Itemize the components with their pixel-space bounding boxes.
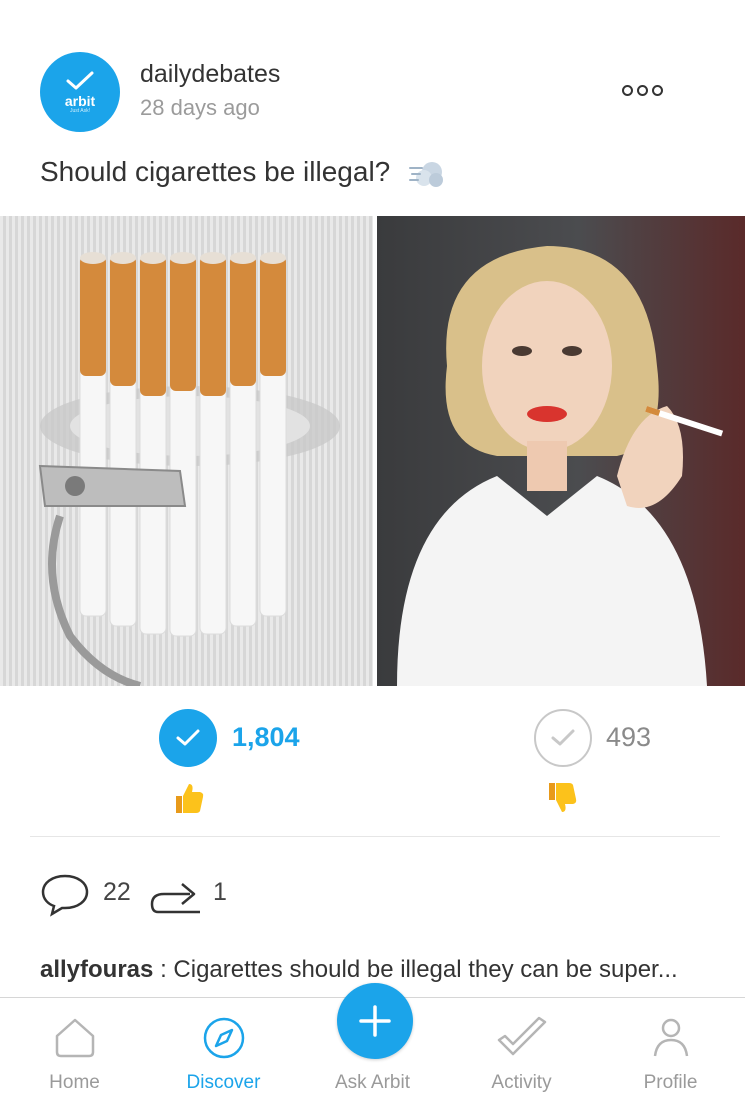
comment-icon[interactable]: [40, 872, 90, 918]
comment-text: : Cigarettes should be illegal they can …: [160, 956, 678, 983]
checkmark-icon: [551, 729, 575, 746]
thumbs-up-icon: [176, 784, 204, 813]
tab-label: Activity: [491, 1072, 552, 1093]
vote-no-count: 493: [606, 722, 652, 752]
author-avatar[interactable]: arbit Just Ask!: [40, 52, 120, 132]
vote-yes-button[interactable]: [159, 709, 217, 767]
checkmark-icon: [176, 729, 200, 746]
author-username[interactable]: dailydebates: [140, 60, 280, 89]
checkmark-icon: [497, 1016, 546, 1056]
home-icon: [55, 1018, 94, 1058]
divider: [30, 836, 720, 837]
person-icon: [653, 1018, 688, 1057]
share-count: 1: [213, 878, 227, 906]
post-question: Should cigarettes be illegal?: [40, 156, 391, 187]
tab-label: Ask Arbit: [335, 1072, 410, 1093]
ask-arbit-button[interactable]: [337, 983, 413, 1059]
dot-icon: [637, 85, 648, 96]
avatar-tagline: Just Ask!: [69, 108, 90, 114]
woman-smoking-image: [397, 246, 724, 686]
tab-label: Profile: [643, 1072, 698, 1093]
share-icon[interactable]: [150, 872, 204, 918]
option-image-left[interactable]: [0, 216, 373, 686]
arbit-logo-check-icon: [66, 71, 94, 90]
cigarettes-handcuffs-image: [38, 252, 340, 686]
tab-profile[interactable]: Profile: [596, 998, 745, 1096]
tab-discover[interactable]: Discover: [149, 998, 298, 1096]
dot-icon: [622, 85, 633, 96]
dashing-away-icon: [409, 162, 443, 187]
tab-label: Discover: [186, 1072, 261, 1093]
more-options-button[interactable]: [622, 85, 663, 96]
post-timestamp: 28 days ago: [140, 95, 260, 120]
tab-activity[interactable]: Activity: [447, 998, 596, 1096]
vote-no-button[interactable]: [534, 709, 592, 767]
comment-author[interactable]: allyfouras: [40, 956, 153, 983]
comment-preview[interactable]: allyfouras : Cigarettes should be illega…: [40, 956, 678, 984]
avatar-brand: arbit: [64, 93, 96, 109]
tab-home[interactable]: Home: [0, 998, 149, 1096]
compass-icon: [203, 1017, 244, 1059]
option-image-right[interactable]: [377, 216, 745, 686]
vote-yes-count: 1,804: [232, 722, 300, 752]
plus-icon: [359, 1005, 391, 1037]
thumbs-down-icon: [549, 783, 577, 812]
dot-icon: [652, 85, 663, 96]
comment-count: 22: [103, 878, 131, 906]
tab-label: Home: [49, 1072, 100, 1093]
